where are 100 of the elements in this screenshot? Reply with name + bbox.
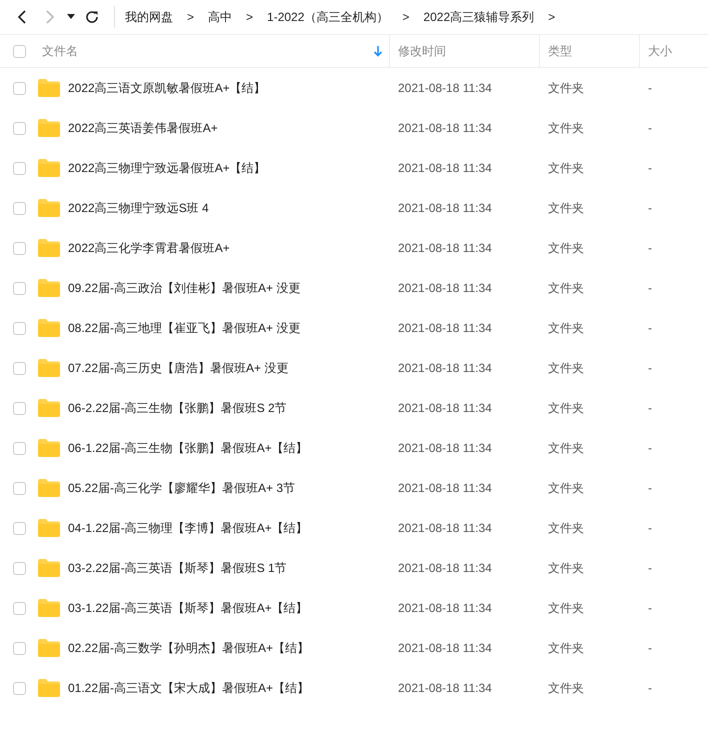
column-header[interactable]: 类型 (540, 35, 640, 67)
folder-icon (38, 319, 60, 337)
folder-icon (38, 119, 60, 137)
modified-time: 2021-08-18 11:34 (398, 321, 492, 335)
file-type: 文件夹 (548, 560, 584, 574)
file-type: 文件夹 (548, 80, 584, 94)
chevron-left-icon (16, 10, 28, 24)
file-name[interactable]: 2022高三语文原凯敏暑假班A+【结】 (68, 80, 266, 96)
column-header[interactable]: 修改时间 (390, 35, 540, 67)
file-size: - (648, 561, 652, 575)
modified-time: 2021-08-18 11:34 (398, 641, 492, 655)
file-size: - (648, 641, 652, 655)
row-checkbox[interactable] (12, 282, 26, 294)
file-name[interactable]: 02.22届-高三数学【孙明杰】暑假班A+【结】 (68, 640, 310, 656)
file-size: - (648, 121, 652, 135)
folder-icon (38, 519, 60, 537)
file-size: - (648, 201, 652, 215)
row-checkbox[interactable] (12, 82, 26, 94)
row-checkbox[interactable] (12, 202, 26, 214)
file-name[interactable]: 09.22届-高三政治【刘佳彬】暑假班A+ 没更 (68, 280, 300, 296)
file-size: - (648, 361, 652, 375)
folder-icon (38, 279, 60, 297)
file-name[interactable]: 04-1.22届-高三物理【李博】暑假班A+【结】 (68, 520, 308, 536)
row-checkbox[interactable] (12, 562, 26, 574)
modified-time: 2021-08-18 11:34 (398, 521, 492, 535)
breadcrumb-item[interactable]: 1-2022（高三全机构） (267, 8, 388, 26)
column-header[interactable]: 大小 (640, 35, 708, 67)
modified-time: 2021-08-18 11:34 (398, 241, 492, 255)
folder-icon (38, 679, 60, 697)
file-name[interactable]: 07.22届-高三历史【唐浩】暑假班A+ 没更 (68, 360, 288, 376)
file-type: 文件夹 (548, 360, 584, 374)
modified-time: 2021-08-18 11:34 (398, 401, 492, 415)
file-size: - (648, 81, 652, 95)
folder-icon (38, 639, 60, 657)
modified-time: 2021-08-18 11:34 (398, 161, 492, 175)
breadcrumb-item[interactable]: 2022高三猿辅导系列 (423, 8, 534, 26)
breadcrumb-item[interactable]: 我的网盘 (125, 8, 173, 26)
file-size: - (648, 401, 652, 415)
file-name[interactable]: 08.22届-高三地理【崔亚飞】暑假班A+ 没更 (68, 320, 300, 336)
file-name[interactable]: 03-2.22届-高三英语【斯琴】暑假班S 1节 (68, 560, 287, 576)
file-size: - (648, 481, 652, 495)
row-checkbox[interactable] (12, 602, 26, 614)
file-name[interactable]: 2022高三物理宁致远S班 4 (68, 200, 209, 216)
folder-icon (38, 159, 60, 177)
file-type: 文件夹 (548, 600, 584, 614)
row-checkbox[interactable] (12, 122, 26, 134)
file-name[interactable]: 06-1.22届-高三生物【张鹏】暑假班A+【结】 (68, 440, 308, 456)
row-checkbox[interactable] (12, 322, 26, 334)
file-type: 文件夹 (548, 400, 584, 414)
row-checkbox[interactable] (12, 642, 26, 654)
row-checkbox[interactable] (12, 682, 26, 694)
file-type: 文件夹 (548, 440, 584, 454)
folder-icon (38, 359, 60, 377)
row-checkbox[interactable] (12, 362, 26, 374)
file-size: - (648, 441, 652, 455)
column-label: 大小 (648, 42, 672, 60)
column-label: 修改时间 (398, 42, 446, 60)
refresh-icon (85, 10, 99, 24)
breadcrumb-separator: > (548, 10, 556, 24)
folder-icon (38, 599, 60, 617)
modified-time: 2021-08-18 11:34 (398, 681, 492, 695)
file-size: - (648, 161, 652, 175)
folder-icon (38, 199, 60, 217)
modified-time: 2021-08-18 11:34 (398, 601, 492, 615)
file-size: - (648, 321, 652, 335)
modified-time: 2021-08-18 11:34 (398, 561, 492, 575)
file-type: 文件夹 (548, 120, 584, 134)
column-header[interactable]: 文件名 (38, 35, 390, 67)
modified-time: 2021-08-18 11:34 (398, 441, 492, 455)
caret-icon (67, 14, 75, 20)
chevron-right-icon (44, 10, 56, 24)
row-checkbox[interactable] (12, 162, 26, 174)
file-type: 文件夹 (548, 320, 584, 334)
file-name[interactable]: 06-2.22届-高三生物【张鹏】暑假班S 2节 (68, 400, 287, 416)
select-all-checkbox[interactable] (12, 44, 26, 58)
file-name[interactable]: 01.22届-高三语文【宋大成】暑假班A+【结】 (68, 680, 310, 696)
file-name[interactable]: 2022高三化学李霄君暑假班A+ (68, 240, 230, 256)
file-name[interactable]: 2022高三物理宁致远暑假班A+【结】 (68, 160, 266, 176)
breadcrumb-separator: > (402, 10, 410, 24)
file-size: - (648, 281, 652, 295)
breadcrumb-separator: > (246, 10, 254, 24)
folder-icon (38, 239, 60, 257)
row-checkbox[interactable] (12, 402, 26, 414)
row-checkbox[interactable] (12, 442, 26, 454)
file-size: - (648, 521, 652, 535)
file-name[interactable]: 2022高三英语姜伟暑假班A+ (68, 120, 218, 136)
column-label: 文件名 (42, 42, 78, 60)
folder-icon (38, 559, 60, 577)
file-name[interactable]: 03-1.22届-高三英语【斯琴】暑假班A+【结】 (68, 600, 308, 616)
row-checkbox[interactable] (12, 242, 26, 254)
modified-time: 2021-08-18 11:34 (398, 81, 492, 95)
file-type: 文件夹 (548, 680, 584, 694)
modified-time: 2021-08-18 11:34 (398, 201, 492, 215)
modified-time: 2021-08-18 11:34 (398, 481, 492, 495)
row-checkbox[interactable] (12, 522, 26, 534)
breadcrumb-item[interactable]: 高中 (208, 8, 232, 26)
file-type: 文件夹 (548, 640, 584, 654)
file-name[interactable]: 05.22届-高三化学【廖耀华】暑假班A+ 3节 (68, 480, 296, 496)
column-label: 类型 (548, 42, 572, 60)
row-checkbox[interactable] (12, 482, 26, 494)
